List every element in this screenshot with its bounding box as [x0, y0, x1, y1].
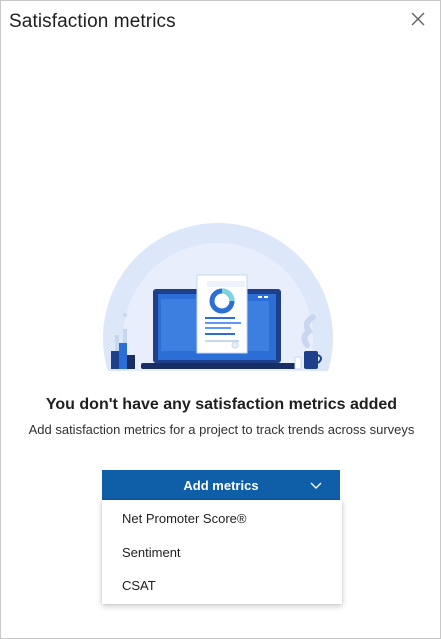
menu-item-net-promoter-score[interactable]: Net Promoter Score® [122, 511, 246, 526]
panel-title: Satisfaction metrics [9, 11, 176, 32]
add-metrics-button[interactable]: Add metrics [102, 470, 340, 500]
laptop-report-illustration [103, 223, 333, 371]
chevron-down-icon [310, 482, 322, 489]
menu-item-sentiment[interactable]: Sentiment [122, 545, 181, 560]
satisfaction-metrics-panel: Satisfaction metrics You don't have any … [0, 0, 441, 639]
empty-state-subtext: Add satisfaction metrics for a project t… [28, 422, 415, 437]
close-icon[interactable] [410, 11, 426, 27]
empty-state-heading: You don't have any satisfaction metrics … [45, 396, 398, 413]
add-metrics-label: Add metrics [183, 477, 259, 493]
metrics-dropdown-menu: Net Promoter Score® Sentiment CSAT [102, 500, 342, 604]
menu-item-csat[interactable]: CSAT [122, 578, 156, 593]
